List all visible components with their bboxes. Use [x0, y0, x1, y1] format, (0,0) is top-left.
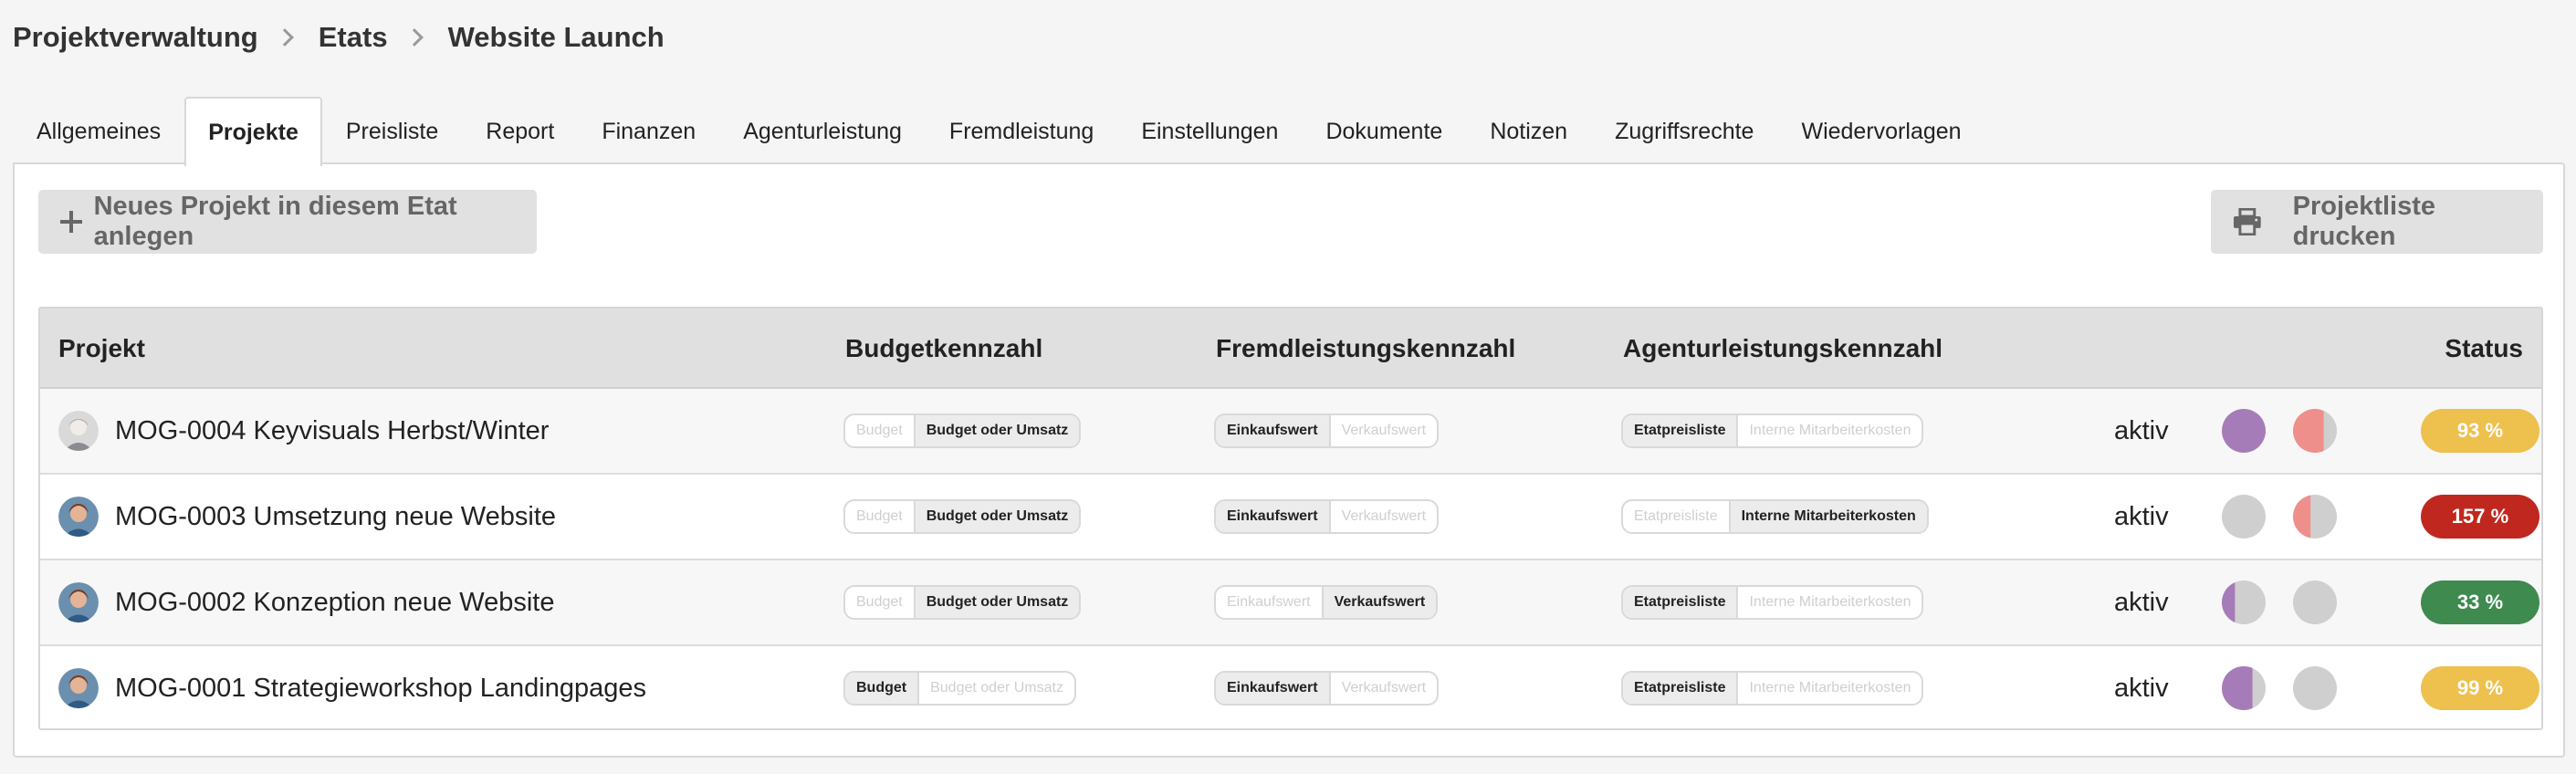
tab-bar: Allgemeines Projekte Preisliste Report F…: [13, 97, 1985, 166]
tab-preisliste[interactable]: Preisliste: [322, 97, 462, 164]
external-toggle-option[interactable]: Einkaufswert: [1216, 673, 1329, 704]
external-toggle-option[interactable]: Verkaufswert: [1328, 501, 1437, 532]
external-toggle-option[interactable]: Verkaufswert: [1321, 587, 1437, 618]
budget-toggle: Budget Budget oder Umsatz: [843, 585, 1082, 620]
column-header-status[interactable]: Status: [2445, 309, 2523, 389]
table-row[interactable]: MOG-0004 Keyvisuals Herbst/Winter Budget B…: [40, 389, 2541, 475]
breadcrumb-item-etats[interactable]: Etats: [319, 21, 388, 54]
table-body: MOG-0004 Keyvisuals Herbst/Winter Budget B…: [40, 389, 2541, 728]
tab-finanzen[interactable]: Finanzen: [578, 97, 719, 164]
external-toggle-option[interactable]: Verkaufswert: [1328, 415, 1437, 446]
breadcrumb-item-current: Website Launch: [447, 21, 665, 53]
budget-toggle: Budget Budget oder Umsatz: [843, 413, 1082, 448]
agency-toggle-option[interactable]: Etatpreisliste: [1623, 673, 1737, 704]
progress-circle-indicator: [2222, 409, 2266, 453]
column-header-agency[interactable]: Agenturleistungskennzahl: [1623, 309, 1942, 389]
project-name-link[interactable]: MOG-0001 Strategieworkshop Landingpages: [115, 646, 646, 728]
project-state: aktiv: [2114, 501, 2169, 531]
chevron-right-icon: [404, 28, 424, 47]
avatar: [58, 668, 99, 708]
project-name-link[interactable]: MOG-0004 Keyvisuals Herbst/Winter: [115, 389, 549, 473]
budget-toggle-option[interactable]: Budget: [845, 673, 918, 704]
breadcrumb: Projektverwaltung Etats Website Launch: [13, 18, 665, 57]
external-toggle-option[interactable]: Einkaufswert: [1216, 587, 1322, 618]
tab-notizen[interactable]: Notizen: [1466, 97, 1591, 164]
external-toggle: Einkaufswert Verkaufswert: [1214, 585, 1439, 620]
project-name-link[interactable]: MOG-0002 Konzeption neue Website: [115, 560, 554, 644]
tab-fremdleistung[interactable]: Fremdleistung: [926, 97, 1117, 164]
budget-toggle-option[interactable]: Budget oder Umsatz: [913, 415, 1080, 446]
agency-toggle-option[interactable]: Interne Mitarbeiterkosten: [1728, 501, 1927, 532]
projects-panel: Neues Projekt in diesem Etat anlegen Pro…: [13, 162, 2565, 758]
budget-toggle-option[interactable]: Budget oder Umsatz: [917, 673, 1074, 704]
agency-toggle-option[interactable]: Etatpreisliste: [1623, 587, 1737, 618]
tab-projekte[interactable]: Projekte: [184, 97, 322, 166]
tab-einstellungen[interactable]: Einstellungen: [1117, 97, 1302, 164]
agency-toggle: Etatpreisliste Interne Mitarbeiterkosten: [1621, 671, 1924, 706]
table-row[interactable]: MOG-0002 Konzeption neue Website Budget Bu…: [40, 560, 2541, 646]
tab-agenturleistung[interactable]: Agenturleistung: [719, 97, 926, 164]
new-project-label: Neues Projekt in diesem Etat anlegen: [93, 192, 457, 251]
budget-toggle: Budget Budget oder Umsatz: [843, 499, 1082, 534]
column-header-budget[interactable]: Budgetkennzahl: [845, 309, 1042, 389]
external-toggle: Einkaufswert Verkaufswert: [1214, 499, 1440, 534]
plus-icon: [60, 211, 82, 233]
agency-toggle: Etatpreisliste Interne Mitarbeiterkosten: [1621, 499, 1929, 534]
progress-circle-indicator: [2222, 580, 2266, 624]
agency-toggle: Etatpreisliste Interne Mitarbeiterkosten: [1621, 585, 1924, 620]
progress-circle-indicator: [2293, 409, 2337, 453]
agency-toggle-option[interactable]: Interne Mitarbeiterkosten: [1736, 415, 1922, 446]
external-toggle-option[interactable]: Einkaufswert: [1216, 415, 1329, 446]
external-toggle: Einkaufswert Verkaufswert: [1214, 671, 1440, 706]
chevron-right-icon: [275, 28, 294, 47]
table-row[interactable]: MOG-0001 Strategieworkshop Landingpages B…: [40, 646, 2541, 728]
project-name-link[interactable]: MOG-0003 Umsetzung neue Website: [115, 475, 556, 559]
budget-toggle-option[interactable]: Budget oder Umsatz: [913, 587, 1080, 618]
progress-circle-indicator: [2222, 495, 2266, 539]
project-state: aktiv: [2114, 673, 2169, 703]
tab-zugriffsrechte[interactable]: Zugriffsrechte: [1591, 97, 1777, 164]
column-header-external[interactable]: Fremdleistungskennzahl: [1216, 309, 1515, 389]
progress-circle-indicator: [2293, 495, 2337, 539]
tab-wiedervorlagen[interactable]: Wiedervorlagen: [1777, 97, 1984, 164]
budget-toggle-option[interactable]: Budget: [845, 587, 914, 618]
avatar: [58, 582, 99, 622]
status-badge: 99 %: [2421, 666, 2539, 710]
new-project-button[interactable]: Neues Projekt in diesem Etat anlegen: [38, 190, 537, 254]
progress-circle-indicator: [2293, 580, 2337, 624]
printer-icon: [2233, 208, 2261, 235]
agency-toggle: Etatpreisliste Interne Mitarbeiterkosten: [1621, 413, 1924, 448]
agency-toggle-option[interactable]: Interne Mitarbeiterkosten: [1736, 673, 1922, 704]
budget-toggle: Budget Budget oder Umsatz: [843, 671, 1076, 706]
projects-table: Projekt Budgetkennzahl Fremdleistungsken…: [38, 307, 2543, 730]
budget-toggle-option[interactable]: Budget oder Umsatz: [913, 501, 1080, 532]
agency-toggle-option[interactable]: Interne Mitarbeiterkosten: [1736, 587, 1922, 618]
avatar: [58, 497, 99, 537]
avatar: [58, 411, 99, 451]
agency-toggle-option[interactable]: Etatpreisliste: [1623, 415, 1737, 446]
tab-report[interactable]: Report: [462, 97, 578, 164]
print-project-list-label: Projektliste drucken: [2292, 192, 2436, 251]
budget-toggle-option[interactable]: Budget: [845, 415, 914, 446]
project-state: aktiv: [2114, 587, 2169, 617]
column-header-project[interactable]: Projekt: [58, 309, 145, 389]
project-state: aktiv: [2114, 415, 2169, 445]
progress-circle-indicator: [2222, 666, 2266, 710]
external-toggle: Einkaufswert Verkaufswert: [1214, 413, 1440, 448]
status-badge: 157 %: [2421, 495, 2539, 539]
agency-toggle-option[interactable]: Etatpreisliste: [1623, 501, 1729, 532]
tab-dokumente[interactable]: Dokumente: [1302, 97, 1466, 164]
table-row[interactable]: MOG-0003 Umsetzung neue Website Budget Bud…: [40, 475, 2541, 560]
print-project-list-button[interactable]: Projektliste drucken: [2211, 190, 2543, 254]
external-toggle-option[interactable]: Einkaufswert: [1216, 501, 1329, 532]
status-badge: 33 %: [2421, 580, 2539, 624]
external-toggle-option[interactable]: Verkaufswert: [1328, 673, 1437, 704]
status-badge: 93 %: [2421, 409, 2539, 453]
breadcrumb-item-projektverwaltung[interactable]: Projektverwaltung: [13, 21, 258, 54]
tab-allgemeines[interactable]: Allgemeines: [13, 97, 184, 164]
budget-toggle-option[interactable]: Budget: [845, 501, 914, 532]
table-header: Projekt Budgetkennzahl Fremdleistungsken…: [40, 309, 2541, 389]
progress-circle-indicator: [2293, 666, 2337, 710]
